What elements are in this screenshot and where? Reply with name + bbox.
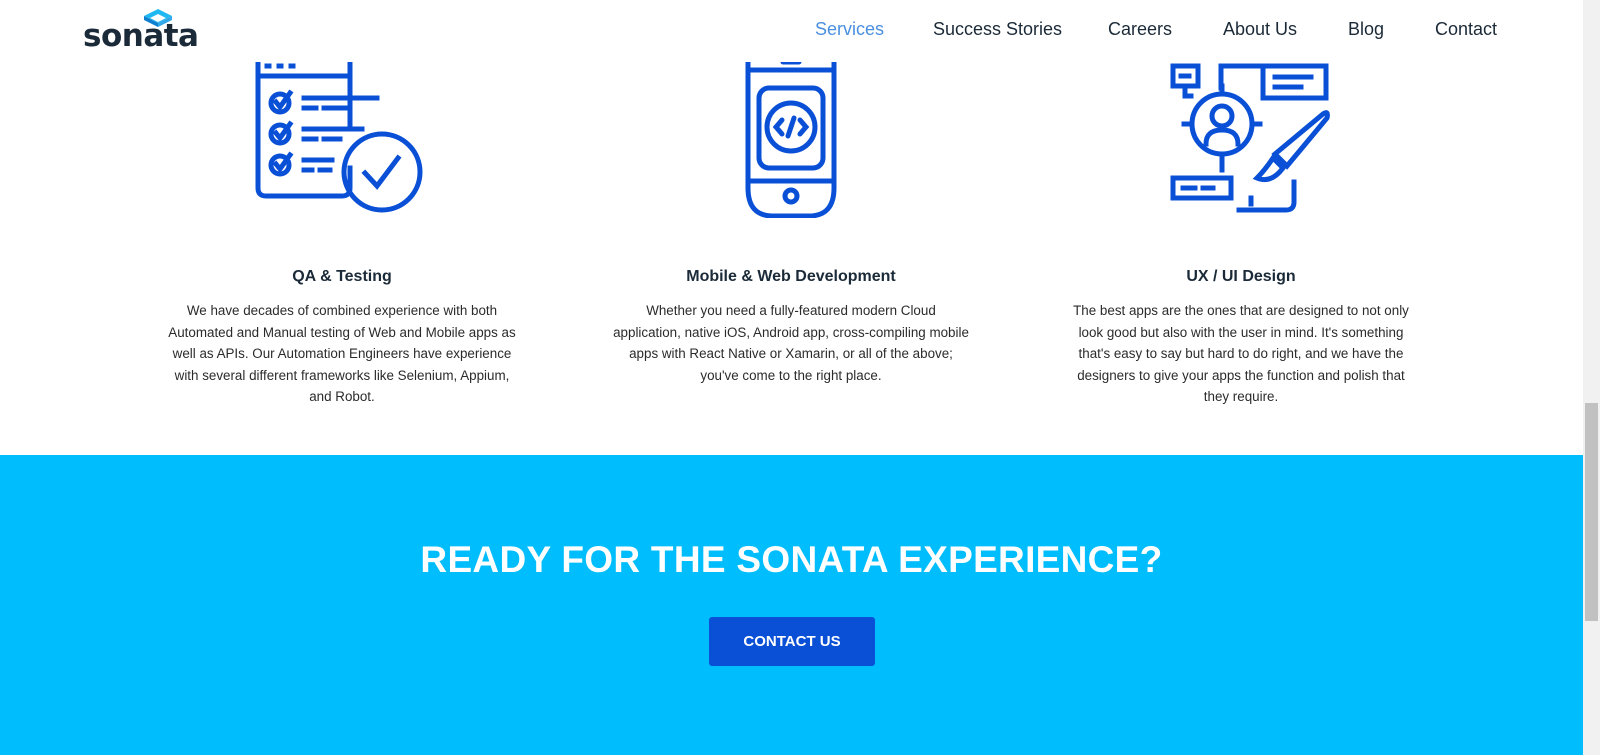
main-nav: Services Success Stories Careers About U… (0, 19, 1583, 45)
mobile-code-icon (745, 55, 837, 219)
site-header: sonata Services Success Stories Careers … (0, 0, 1583, 62)
scrollbar-thumb[interactable] (1585, 403, 1598, 621)
service-qa-testing: QA & Testing We have decades of combined… (162, 55, 522, 408)
nav-services[interactable]: Services (815, 19, 884, 40)
nav-about-us[interactable]: About Us (1223, 19, 1297, 40)
service-description: Whether you need a fully-featured modern… (613, 303, 969, 383)
cta-heading: READY FOR THE SONATA EXPERIENCE? (420, 539, 1163, 580)
nav-success-stories[interactable]: Success Stories (933, 19, 1062, 40)
nav-contact[interactable]: Contact (1435, 19, 1497, 40)
page-scrollbar[interactable] (1583, 0, 1600, 755)
design-target-icon (1170, 63, 1330, 213)
nav-careers[interactable]: Careers (1108, 19, 1172, 40)
checklist-icon (255, 55, 423, 213)
nav-blog[interactable]: Blog (1348, 19, 1384, 40)
service-title: QA & Testing (292, 268, 392, 285)
service-title: UX / UI Design (1186, 268, 1296, 285)
cta-section: READY FOR THE SONATA EXPERIENCE? CONTACT… (0, 455, 1583, 755)
service-title: Mobile & Web Development (686, 268, 896, 285)
service-mobile-web: Mobile & Web Development Whether you nee… (611, 55, 971, 386)
page: sonata Services Success Stories Careers … (0, 0, 1583, 755)
contact-us-button[interactable]: CONTACT US (709, 617, 875, 666)
service-description: The best apps are the ones that are desi… (1073, 303, 1409, 405)
service-ux-ui: UX / UI Design The best apps are the one… (1061, 58, 1421, 408)
service-description: We have decades of combined experience w… (168, 303, 516, 405)
